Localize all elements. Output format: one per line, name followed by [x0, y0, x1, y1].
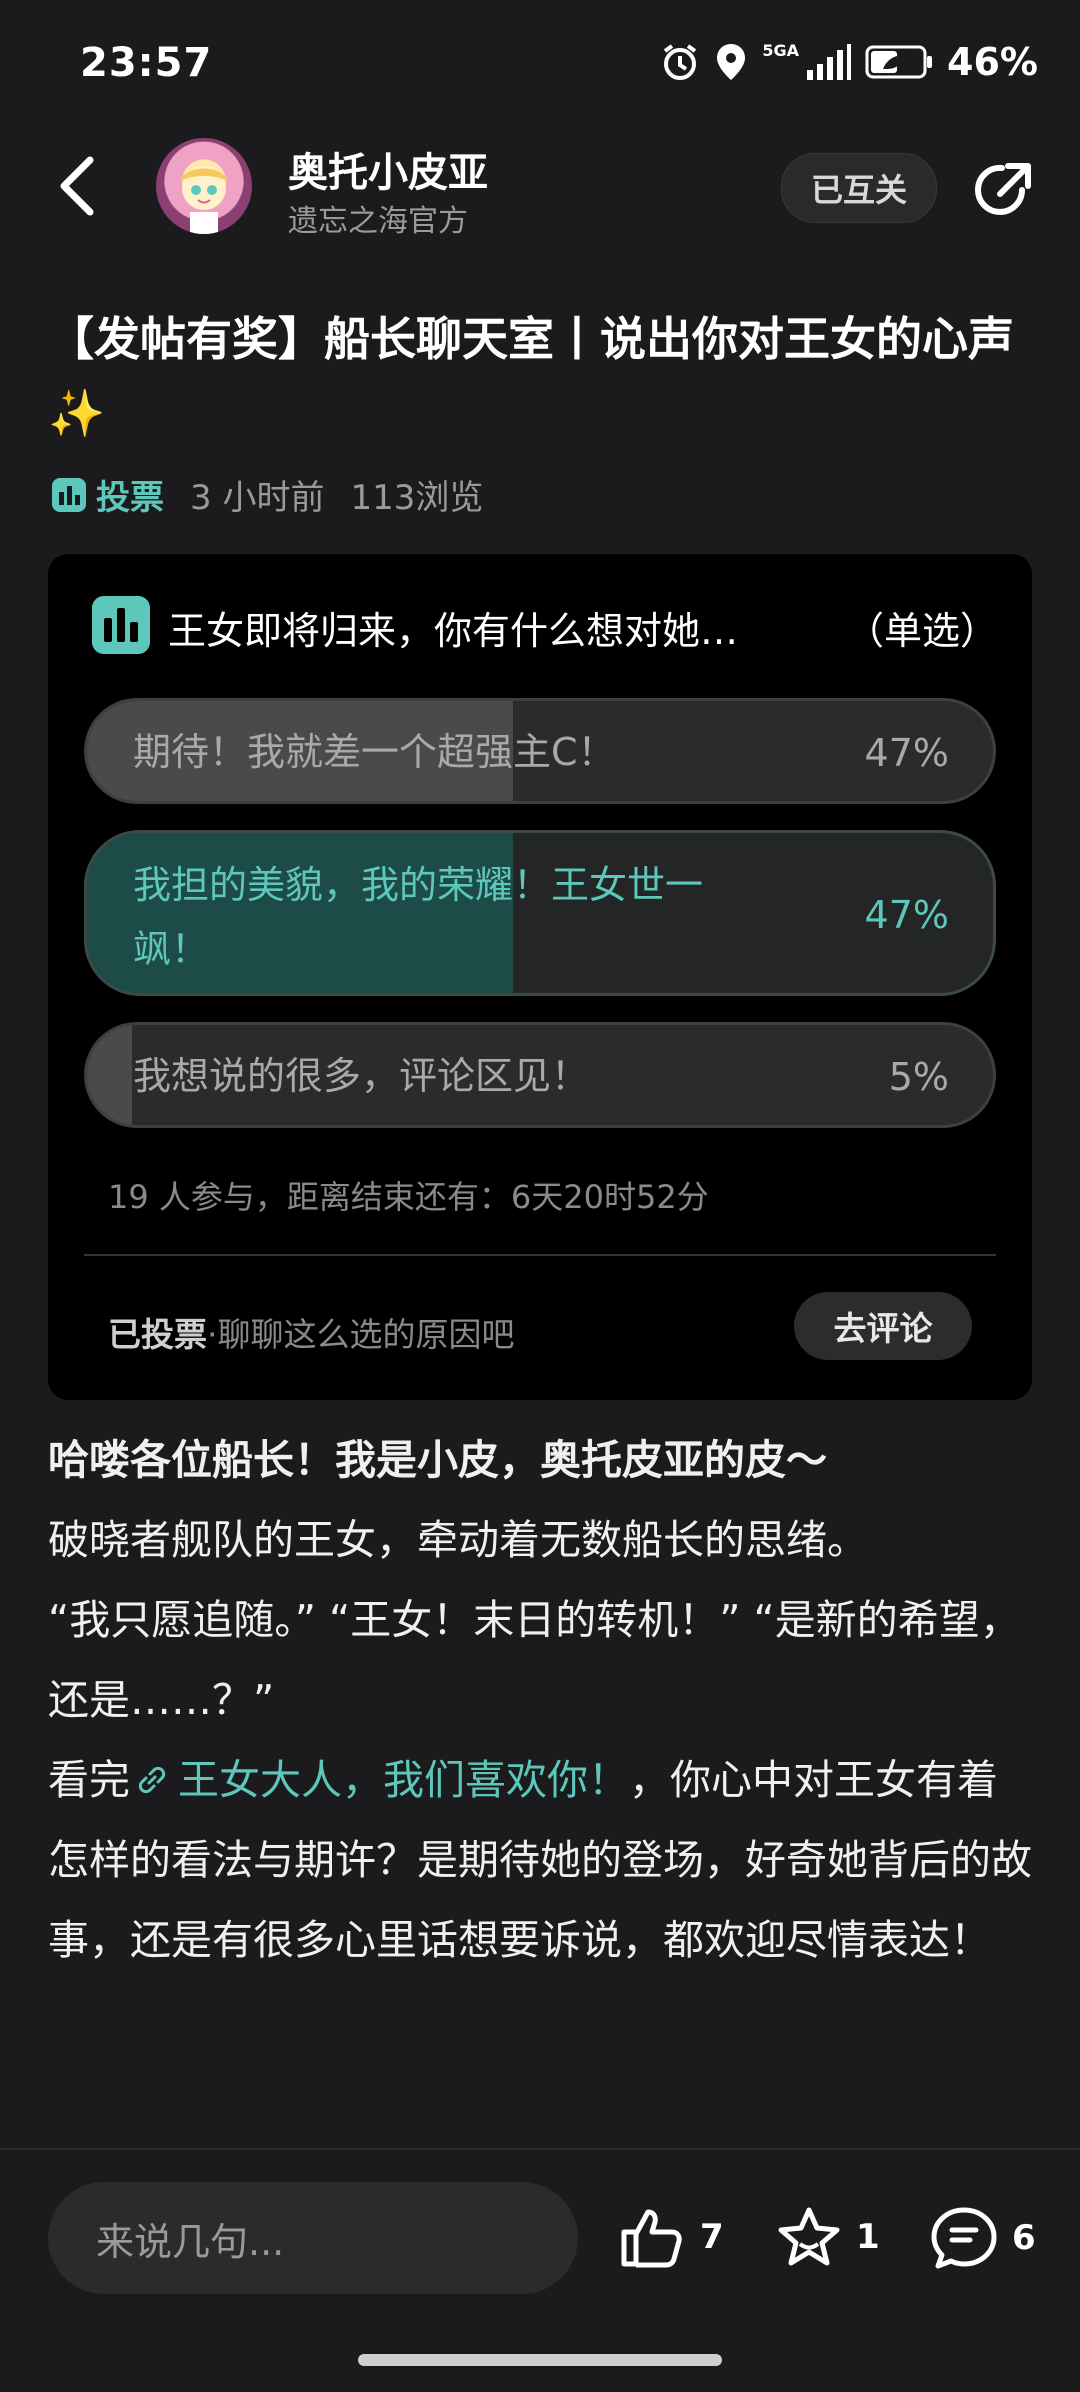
voted-rest: ·聊聊这么选的原因吧 [207, 1315, 515, 1354]
post-link-text[interactable]: 王女大人，我们喜欢你！ [178, 1756, 629, 1804]
favorite-count: 1 [856, 2217, 880, 2257]
post-link[interactable]: 王女大人，我们喜欢你！ [130, 1756, 629, 1804]
comment-count: 6 [1012, 2218, 1036, 2258]
poll-option-label-line2: 飒！ [133, 927, 210, 971]
poll-mode: （单选） [846, 609, 999, 653]
poll-option-label: 我担的美貌，我的荣耀！王女世一 [133, 863, 704, 907]
poll-option-percent: 47% [864, 893, 949, 937]
post-meta: 投票 3 小时前 113浏览 [52, 470, 483, 519]
author-name[interactable]: 奥托小皮亚 [288, 140, 488, 198]
thumbs-up-icon [621, 2209, 682, 2268]
poll-option-percent: 47% [864, 731, 949, 775]
poll-option-percent: 5% [888, 1055, 949, 1099]
post-time: 3 小时前 [190, 478, 325, 518]
home-indicator[interactable] [358, 2354, 722, 2366]
poll-question: 王女即将归来，你有什么想对她… [168, 609, 739, 653]
poll-option-2[interactable]: 我担的美貌，我的荣耀！王女世一 飒！ 47% [84, 830, 996, 996]
post-tag[interactable]: 投票 [96, 470, 164, 519]
poll-option-3[interactable]: 我想说的很多，评论区见！ 5% [84, 1022, 996, 1128]
comment-input[interactable]: 来说几句... [48, 2182, 578, 2294]
author-subtitle: 遗忘之海官方 [288, 204, 468, 239]
post-views: 113浏览 [350, 478, 484, 518]
like-button[interactable]: 7 [620, 2206, 724, 2268]
battery-percent: 46% [947, 40, 1038, 84]
poll-option-fill [87, 1025, 133, 1125]
poll-option-label: 我想说的很多，评论区见！ [133, 1054, 590, 1098]
location-icon [717, 44, 746, 80]
share-icon[interactable] [972, 160, 1034, 222]
alarm-icon [664, 44, 697, 80]
body-p3-prefix: 看完 [48, 1756, 130, 1804]
post-title: 【发帖有奖】船长聊天室丨说出你对王女的心声✨ [48, 312, 1014, 440]
body-greeting: 哈喽各位船长！我是小皮，奥托皮亚的皮～ [48, 1436, 827, 1484]
body-paragraph-3: 看完 王女大人，我们喜欢你！，你心中对王女有着怎样的看法与期许？是期待她的登场，好… [48, 1740, 1038, 1980]
network-type: 5GA [762, 40, 800, 60]
status-time: 23:57 [80, 40, 213, 86]
signal-icon [807, 44, 852, 80]
poll-chart-icon [92, 596, 150, 654]
link-icon [138, 1766, 166, 1794]
like-count: 7 [700, 2217, 724, 2257]
post-body: 哈喽各位船长！我是小皮，奥托皮亚的皮～ 破晓者舰队的王女，牵动着无数船长的思绪。… [48, 1420, 1038, 1980]
avatar[interactable] [156, 138, 252, 234]
poll-option-label: 期待！我就差一个超强主C！ [133, 730, 616, 774]
divider [84, 1254, 996, 1256]
star-icon [778, 2207, 840, 2266]
vote-icon [52, 477, 86, 512]
body-paragraph-1: 破晓者舰队的王女，牵动着无数船长的思绪。 [48, 1516, 868, 1564]
back-button[interactable] [52, 154, 108, 218]
battery-icon [865, 45, 933, 79]
body-paragraph-2: “我只愿追随。” “王女！末日的转机！” “是新的希望，还是……？” [48, 1596, 1021, 1724]
comment-button[interactable]: 6 [930, 2206, 1036, 2270]
divider [0, 2148, 1080, 2150]
favorite-button[interactable]: 1 [776, 2206, 880, 2268]
avatar-character-icon [180, 166, 228, 234]
go-comment-button[interactable]: 去评论 [794, 1292, 972, 1360]
comment-icon [931, 2207, 997, 2269]
voted-status: 已投票·聊聊这么选的原因吧 [108, 1308, 515, 1356]
poll-option-1[interactable]: 期待！我就差一个超强主C！ 47% [84, 698, 996, 804]
poll-participants: 19 人参与，距离结束还有：6天20时52分 [108, 1178, 709, 1216]
follow-button[interactable]: 已互关 [781, 153, 937, 223]
voted-bold: 已投票 [108, 1315, 207, 1354]
status-icons: 5GA 46% [660, 40, 1038, 84]
